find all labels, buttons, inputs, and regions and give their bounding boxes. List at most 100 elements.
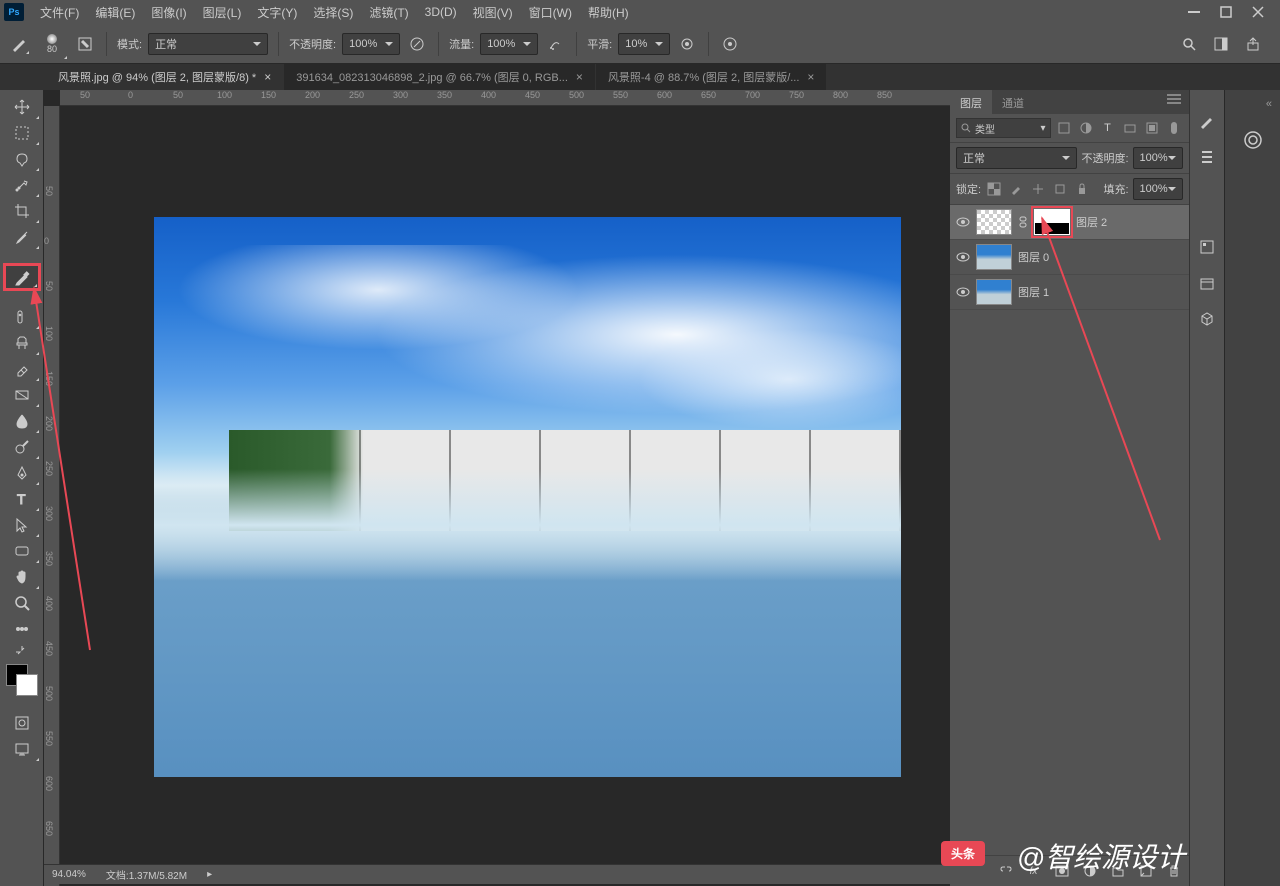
- zoom-level[interactable]: 94.04%: [52, 869, 86, 880]
- eraser-tool[interactable]: [4, 356, 40, 382]
- screen-mode-icon[interactable]: [4, 736, 40, 762]
- close-button[interactable]: [1250, 5, 1266, 19]
- status-arrow-icon[interactable]: ▸: [207, 869, 212, 880]
- ruler-vertical[interactable]: 50 0 50 100 150 200 250 300 350 400 450 …: [44, 106, 60, 886]
- search-icon[interactable]: [1178, 33, 1200, 55]
- document-tab[interactable]: 风景照.jpg @ 94% (图层 2, 图层蒙版/8) *×: [46, 63, 283, 90]
- smooth-options-icon[interactable]: [676, 33, 698, 55]
- lock-artboard-icon[interactable]: [1051, 180, 1069, 198]
- eyedropper-tool[interactable]: [4, 224, 40, 250]
- marquee-tool[interactable]: [4, 120, 40, 146]
- layer-blend-mode[interactable]: 正常: [956, 147, 1077, 169]
- clone-stamp-tool[interactable]: [4, 330, 40, 356]
- lock-all-icon[interactable]: [1073, 180, 1091, 198]
- type-tool[interactable]: T: [4, 486, 40, 512]
- lock-transparency-icon[interactable]: [985, 180, 1003, 198]
- link-layers-icon[interactable]: [997, 862, 1015, 880]
- layer-thumbnail[interactable]: [976, 209, 1012, 235]
- layer-name[interactable]: 图层 1: [1018, 284, 1049, 300]
- menu-select[interactable]: 选择(S): [305, 4, 361, 21]
- layer-mask-thumbnail[interactable]: [1034, 209, 1070, 235]
- filter-type-icon[interactable]: T: [1099, 119, 1117, 137]
- layer-thumbnail[interactable]: [976, 279, 1012, 305]
- tab-close-icon[interactable]: ×: [807, 70, 814, 84]
- layer-item[interactable]: 图层 0: [950, 240, 1189, 275]
- menu-help[interactable]: 帮助(H): [580, 4, 637, 21]
- tab-close-icon[interactable]: ×: [576, 70, 583, 84]
- opacity-input[interactable]: 100%: [342, 33, 400, 55]
- blur-tool[interactable]: [4, 408, 40, 434]
- document-tab[interactable]: 风景照-4 @ 88.7% (图层 2, 图层蒙版/...×: [596, 63, 827, 90]
- visibility-icon[interactable]: [956, 250, 970, 264]
- menu-filter[interactable]: 滤镜(T): [361, 4, 416, 21]
- brushes-icon[interactable]: [1196, 146, 1218, 168]
- tool-preset-icon[interactable]: [8, 33, 30, 55]
- 3d-icon[interactable]: [1196, 308, 1218, 330]
- color-swatch[interactable]: [6, 664, 38, 696]
- layer-thumbnail[interactable]: [976, 244, 1012, 270]
- fill-input[interactable]: 100%: [1133, 178, 1183, 200]
- share-icon[interactable]: [1242, 33, 1264, 55]
- gradient-tool[interactable]: [4, 382, 40, 408]
- layer-name[interactable]: 图层 2: [1076, 214, 1107, 230]
- libraries-icon[interactable]: [1196, 272, 1218, 294]
- healing-brush-tool[interactable]: [4, 304, 40, 330]
- brush-preset-picker[interactable]: 80: [36, 28, 68, 60]
- canvas-area[interactable]: 50 0 50 100 150 200 250 300 350 400 450 …: [44, 90, 950, 886]
- airbrush-icon[interactable]: [544, 33, 566, 55]
- layers-tab[interactable]: 图层: [950, 90, 992, 114]
- layer-name[interactable]: 图层 0: [1018, 249, 1049, 265]
- menu-layer[interactable]: 图层(L): [195, 4, 250, 21]
- quick-mask-icon[interactable]: [4, 710, 40, 736]
- properties-icon[interactable]: [1196, 236, 1218, 258]
- filter-adjust-icon[interactable]: [1077, 119, 1095, 137]
- lasso-tool[interactable]: [4, 146, 40, 172]
- pen-tool[interactable]: [4, 460, 40, 486]
- filter-pixel-icon[interactable]: [1055, 119, 1073, 137]
- lock-paint-icon[interactable]: [1007, 180, 1025, 198]
- edit-toolbar[interactable]: [4, 616, 40, 642]
- flow-input[interactable]: 100%: [480, 33, 538, 55]
- dodge-tool[interactable]: [4, 434, 40, 460]
- workspace-icon[interactable]: [1210, 33, 1232, 55]
- minimize-button[interactable]: [1186, 5, 1202, 19]
- visibility-icon[interactable]: [956, 285, 970, 299]
- menu-file[interactable]: 文件(F): [32, 4, 87, 21]
- smooth-input[interactable]: 10%: [618, 33, 670, 55]
- document-size[interactable]: 文档:1.37M/5.82M: [106, 867, 187, 882]
- cc-libraries-icon[interactable]: [1241, 128, 1265, 152]
- lock-position-icon[interactable]: [1029, 180, 1047, 198]
- move-tool[interactable]: [4, 94, 40, 120]
- blend-mode-select[interactable]: 正常: [148, 33, 268, 55]
- panel-menu-icon[interactable]: [1159, 90, 1189, 114]
- canvas-image[interactable]: [154, 217, 901, 777]
- pressure-opacity-icon[interactable]: [406, 33, 428, 55]
- menu-image[interactable]: 图像(I): [143, 4, 194, 21]
- filter-smart-icon[interactable]: [1143, 119, 1161, 137]
- brush-tool[interactable]: [4, 264, 40, 290]
- quick-select-tool[interactable]: [4, 172, 40, 198]
- layer-item[interactable]: 图层 2: [950, 205, 1189, 240]
- menu-window[interactable]: 窗口(W): [521, 4, 580, 21]
- pressure-size-icon[interactable]: [719, 33, 741, 55]
- tab-close-icon[interactable]: ×: [264, 70, 271, 84]
- brush-settings-icon[interactable]: [1196, 110, 1218, 132]
- maximize-button[interactable]: [1218, 5, 1234, 19]
- menu-view[interactable]: 视图(V): [465, 4, 521, 21]
- shape-tool[interactable]: [4, 538, 40, 564]
- visibility-icon[interactable]: [956, 215, 970, 229]
- channels-tab[interactable]: 通道: [992, 90, 1034, 114]
- ruler-horizontal[interactable]: 50 0 50 100 150 200 250 300 350 400 450 …: [60, 90, 950, 106]
- crop-tool[interactable]: [4, 198, 40, 224]
- layer-opacity-input[interactable]: 100%: [1133, 147, 1183, 169]
- layer-filter-select[interactable]: 类型▾: [956, 118, 1051, 138]
- hand-tool[interactable]: [4, 564, 40, 590]
- menu-3d[interactable]: 3D(D): [417, 5, 465, 19]
- layer-item[interactable]: 图层 1: [950, 275, 1189, 310]
- path-select-tool[interactable]: [4, 512, 40, 538]
- menu-type[interactable]: 文字(Y): [249, 4, 305, 21]
- document-tab[interactable]: 391634_082313046898_2.jpg @ 66.7% (图层 0,…: [284, 63, 595, 90]
- expand-icon[interactable]: «: [1266, 98, 1272, 110]
- menu-edit[interactable]: 编辑(E): [87, 4, 143, 21]
- swap-colors-icon[interactable]: [4, 642, 40, 662]
